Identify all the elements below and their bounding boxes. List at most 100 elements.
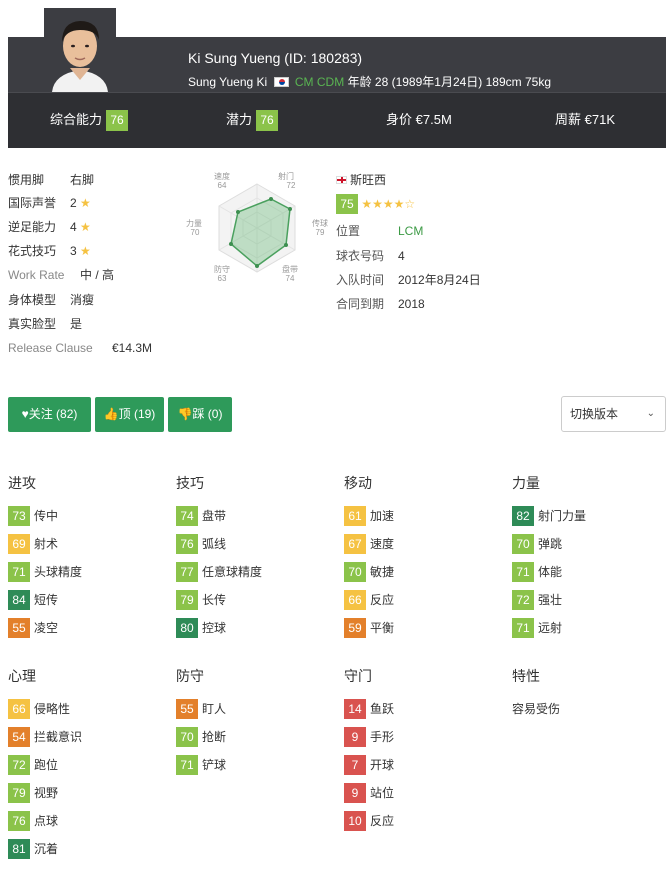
attribute-row: 10 反应 — [344, 811, 394, 831]
korea-flag-icon — [273, 77, 289, 87]
club-label: 位置 — [336, 224, 361, 238]
attribute-name: 敏捷 — [370, 565, 395, 579]
attribute-name: 站位 — [370, 786, 395, 800]
attribute-row: 80 控球 — [176, 618, 226, 638]
attribute-value-badge: 80 — [176, 618, 198, 638]
player-name: Ki Sung Yueng (ID: 180283) — [188, 50, 363, 66]
radar-label: 速度 — [214, 171, 230, 181]
position-cm[interactable]: CM — [295, 75, 314, 89]
attribute-name: 凌空 — [34, 621, 59, 635]
radar-point — [255, 264, 259, 268]
club-value: 4 — [398, 249, 405, 263]
info-label: 惯用脚 — [8, 173, 45, 187]
club-label: 合同到期 — [336, 297, 385, 311]
group-title: 防守 — [176, 668, 204, 684]
group-title: 技巧 — [176, 475, 204, 491]
attribute-row: 14 鱼跃 — [344, 699, 394, 719]
attribute-name: 开球 — [370, 758, 395, 772]
like-button[interactable]: 👍顶 (19) — [95, 397, 164, 432]
dislike-button[interactable]: 👎踩 (0) — [168, 397, 232, 432]
radar-value: 74 — [286, 274, 295, 283]
follow-button[interactable]: ♥关注 (82) — [8, 397, 91, 432]
dislike-label: 踩 (0) — [192, 407, 223, 421]
attribute-row: 7 开球 — [344, 755, 394, 775]
info-reputation: 国际声誉 2 ★ — [8, 195, 91, 211]
info-preferred-foot: 惯用脚 右脚 — [8, 172, 94, 188]
attribute-row: 9 站位 — [344, 783, 394, 803]
radar-point — [269, 197, 273, 201]
attribute-name: 强壮 — [538, 593, 563, 607]
attribute-name: 手形 — [370, 730, 395, 744]
attribute-row: 72 强壮 — [512, 590, 562, 610]
club-label: 球衣号码 — [336, 249, 385, 263]
attribute-row: 81 沉着 — [8, 839, 58, 859]
radar-value: 79 — [316, 228, 325, 237]
attribute-value-badge: 77 — [176, 562, 198, 582]
player-bio: 年龄 28 (1989年1月24日) 189cm 75kg — [347, 75, 551, 89]
club-position-row: 位置 LCM — [336, 223, 423, 239]
club-name[interactable]: 斯旺西 — [350, 173, 386, 187]
attribute-row: 82 射门力量 — [512, 506, 586, 526]
info-real-face: 真实脸型是 — [8, 316, 82, 332]
radar-label: 盘带 — [282, 264, 298, 274]
overall-label: 综合能力 — [50, 112, 103, 127]
thumbs-down-icon: 👎 — [177, 407, 193, 421]
position-cdm[interactable]: CDM — [317, 75, 344, 89]
info-skill-moves: 花式技巧 3 ★ — [8, 243, 91, 259]
radar-point — [284, 243, 288, 247]
info-label: 身体模型 — [8, 293, 57, 307]
attribute-value-badge: 82 — [512, 506, 534, 526]
attribute-row: 66 侵略性 — [8, 699, 70, 719]
info-body-type: 身体模型 消瘦 — [8, 292, 94, 308]
club-joined-row: 入队时间 2012年8月24日 — [336, 272, 481, 288]
attribute-value-badge: 7 — [344, 755, 366, 775]
info-weak-foot: 逆足能力 4 ★ — [8, 219, 91, 235]
potential-badge: 76 — [256, 110, 279, 131]
value-stat: 身价 €7.5M — [386, 108, 452, 132]
club-name-row[interactable]: 斯旺西 — [336, 172, 386, 188]
attribute-value-badge: 70 — [176, 727, 198, 747]
attribute-row: 69 射术 — [8, 534, 58, 554]
potential-label: 潜力 — [226, 112, 253, 127]
radar-value: 63 — [218, 274, 227, 283]
attribute-name: 沉着 — [34, 842, 59, 856]
attribute-value-badge: 73 — [8, 506, 30, 526]
attribute-value-badge: 76 — [8, 811, 30, 831]
club-jersey-row: 球衣号码 4 — [336, 248, 405, 264]
player-subtitle: Sung Yueng Ki CM CDM 年龄 28 (1989年1月24日) … — [188, 73, 551, 90]
attribute-value-badge: 71 — [512, 562, 534, 582]
attribute-name: 拦截意识 — [34, 730, 83, 744]
attribute-value-badge: 10 — [344, 811, 366, 831]
attribute-name: 盘带 — [202, 509, 227, 523]
club-value: 2018 — [398, 297, 425, 311]
attribute-row: 71 远射 — [512, 618, 562, 638]
attribute-name: 抢断 — [202, 730, 227, 744]
attribute-name: 铲球 — [202, 758, 227, 772]
like-label: 顶 (19) — [118, 407, 156, 421]
star-icon: ★ — [80, 220, 91, 234]
player-short-name: Sung Yueng Ki — [188, 75, 268, 89]
attribute-value-badge: 72 — [8, 755, 30, 775]
attribute-row: 73 传中 — [8, 506, 58, 526]
club-label: 入队时间 — [336, 273, 385, 287]
club-stars-icon: ★★★★☆ — [361, 197, 416, 211]
attribute-row: 55 盯人 — [176, 699, 226, 719]
version-select[interactable]: 切换版本 ⌄ — [561, 396, 666, 432]
radar-value: 70 — [191, 228, 200, 237]
attribute-value-badge: 67 — [344, 534, 366, 554]
attribute-value-badge: 54 — [8, 727, 30, 747]
attribute-row: 76 弧线 — [176, 534, 226, 554]
attribute-name: 射术 — [34, 537, 59, 551]
attribute-name: 弧线 — [202, 537, 227, 551]
info-value: 3 — [70, 244, 77, 258]
info-label: Work Rate — [8, 268, 65, 282]
attribute-name: 反应 — [370, 593, 395, 607]
attribute-value-badge: 74 — [176, 506, 198, 526]
attribute-name: 速度 — [370, 537, 395, 551]
info-value: 4 — [70, 220, 77, 234]
radar-point — [236, 210, 240, 214]
radar-point — [229, 242, 233, 246]
info-work-rate: Work Rate 中 / 高 — [8, 267, 114, 283]
club-position-link[interactable]: LCM — [398, 224, 423, 238]
club-contract-row: 合同到期 2018 — [336, 296, 425, 312]
